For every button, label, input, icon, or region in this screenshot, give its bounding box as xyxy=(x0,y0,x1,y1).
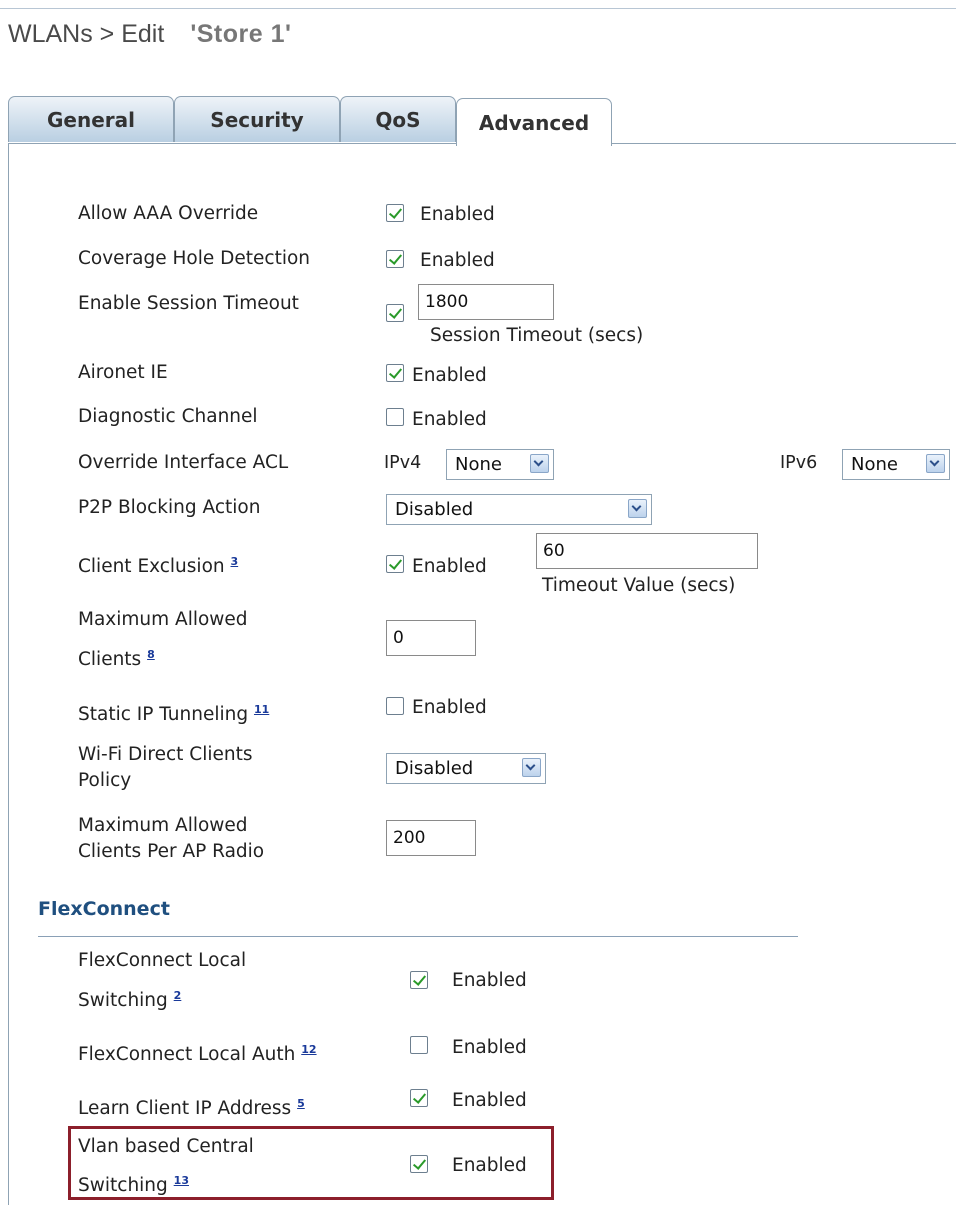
learn-ip-label-text: Learn Client IP Address xyxy=(78,1098,292,1120)
client-exclusion-caption: Timeout Value (secs) xyxy=(542,575,736,596)
page-title: WLANs > Edit 'Store 1' xyxy=(8,20,291,49)
local-auth-label: FlexConnect Local Auth 12 xyxy=(78,1037,317,1067)
client-exclusion-note-link[interactable]: 3 xyxy=(231,555,239,568)
aironet-ie-text: Enabled xyxy=(412,365,487,386)
static-ip-text: Enabled xyxy=(412,697,487,718)
client-exclusion-text: Enabled xyxy=(412,556,487,577)
vlan-central-text: Enabled xyxy=(452,1155,527,1176)
wifi-direct-value: Disabled xyxy=(395,758,474,779)
max-clients-input[interactable] xyxy=(386,620,476,656)
chevron-down-icon xyxy=(522,758,541,777)
wlan-name: 'Store 1' xyxy=(190,20,292,48)
local-auth-note-link[interactable]: 12 xyxy=(301,1043,316,1056)
max-clients-radio-label-line2: Clients Per AP Radio xyxy=(78,841,265,862)
allow-aaa-override-checkbox[interactable] xyxy=(386,204,404,222)
learn-ip-text: Enabled xyxy=(452,1090,527,1111)
session-timeout-caption: Session Timeout (secs) xyxy=(430,325,644,346)
p2p-blocking-label: P2P Blocking Action xyxy=(78,497,261,518)
session-timeout-checkbox[interactable] xyxy=(386,304,404,322)
static-ip-label-text: Static IP Tunneling xyxy=(78,704,249,726)
ipv6-label: IPv6 xyxy=(780,453,818,473)
learn-ip-label: Learn Client IP Address 5 xyxy=(78,1091,305,1121)
ipv6-acl-select[interactable]: None xyxy=(842,449,950,480)
local-switching-label-text: Switching xyxy=(78,990,168,1012)
tab-advanced[interactable]: Advanced xyxy=(456,98,612,146)
max-clients-radio-input[interactable] xyxy=(386,820,476,856)
allow-aaa-override-text: Enabled xyxy=(420,204,495,225)
tab-security[interactable]: Security xyxy=(174,96,340,142)
static-ip-label: Static IP Tunneling 11 xyxy=(78,697,269,727)
tab-security-label: Security xyxy=(210,107,304,132)
vlan-central-label-line2: Switching 13 xyxy=(78,1168,189,1198)
coverage-hole-checkbox[interactable] xyxy=(386,250,404,268)
static-ip-checkbox[interactable] xyxy=(386,697,404,715)
vlan-central-checkbox[interactable] xyxy=(410,1155,428,1173)
ipv4-acl-value: None xyxy=(455,454,502,475)
tab-qos-label: QoS xyxy=(375,107,421,132)
wifi-direct-select[interactable]: Disabled xyxy=(386,753,546,784)
section-divider xyxy=(38,936,798,937)
max-clients-label-line1: Maximum Allowed xyxy=(78,609,248,630)
p2p-blocking-select[interactable]: Disabled xyxy=(386,494,652,525)
wifi-direct-label-line1: Wi-Fi Direct Clients xyxy=(78,744,253,765)
local-auth-checkbox[interactable] xyxy=(410,1036,428,1054)
client-exclusion-checkbox[interactable] xyxy=(386,555,404,573)
ipv6-acl-value: None xyxy=(851,454,898,475)
max-clients-radio-label-line1: Maximum Allowed xyxy=(78,815,248,836)
tab-qos[interactable]: QoS xyxy=(340,96,456,142)
session-timeout-label: Enable Session Timeout xyxy=(78,293,299,314)
allow-aaa-override-label: Allow AAA Override xyxy=(78,203,259,224)
coverage-hole-label: Coverage Hole Detection xyxy=(78,248,311,269)
diagnostic-channel-checkbox[interactable] xyxy=(386,408,404,426)
aironet-ie-checkbox[interactable] xyxy=(386,364,404,382)
breadcrumb-prefix: WLANs > Edit xyxy=(8,20,165,48)
static-ip-note-link[interactable]: 11 xyxy=(254,703,269,716)
local-switching-text: Enabled xyxy=(452,970,527,991)
learn-ip-checkbox[interactable] xyxy=(410,1089,428,1107)
p2p-blocking-value: Disabled xyxy=(395,499,474,520)
ipv4-acl-select[interactable]: None xyxy=(446,449,554,480)
client-exclusion-timeout-input[interactable] xyxy=(536,533,758,569)
vlan-central-note-link[interactable]: 13 xyxy=(174,1174,189,1187)
local-switching-checkbox[interactable] xyxy=(410,971,428,989)
local-switching-label-line2: Switching 2 xyxy=(78,983,181,1013)
tab-general-label: General xyxy=(47,107,135,132)
override-acl-label: Override Interface ACL xyxy=(78,452,289,473)
diagnostic-channel-text: Enabled xyxy=(412,409,487,430)
local-switching-note-link[interactable]: 2 xyxy=(174,989,182,1002)
max-clients-note-link[interactable]: 8 xyxy=(147,648,155,661)
tab-advanced-label: Advanced xyxy=(478,110,590,135)
coverage-hole-text: Enabled xyxy=(420,250,495,271)
chevron-down-icon xyxy=(926,454,945,473)
learn-ip-note-link[interactable]: 5 xyxy=(297,1097,305,1110)
chevron-down-icon xyxy=(628,499,647,518)
max-clients-label-line2: Clients 8 xyxy=(78,642,155,672)
aironet-ie-label: Aironet IE xyxy=(78,362,168,383)
local-auth-label-text: FlexConnect Local Auth xyxy=(78,1044,296,1066)
diagnostic-channel-label: Diagnostic Channel xyxy=(78,406,258,427)
top-divider xyxy=(0,8,956,9)
client-exclusion-label-text: Client Exclusion xyxy=(78,556,225,578)
max-clients-label-text: Clients xyxy=(78,649,142,671)
wifi-direct-label-line2: Policy xyxy=(78,770,132,791)
tab-general[interactable]: General xyxy=(8,96,174,142)
session-timeout-input[interactable] xyxy=(418,284,554,320)
client-exclusion-label: Client Exclusion 3 xyxy=(78,549,238,579)
ipv4-label: IPv4 xyxy=(384,453,422,473)
local-switching-label-line1: FlexConnect Local xyxy=(78,950,247,971)
vlan-central-label-line1: Vlan based Central xyxy=(78,1136,254,1157)
vlan-central-label-text: Switching xyxy=(78,1175,168,1197)
flexconnect-section-title: FlexConnect xyxy=(38,898,170,920)
chevron-down-icon xyxy=(530,454,549,473)
local-auth-text: Enabled xyxy=(452,1037,527,1058)
